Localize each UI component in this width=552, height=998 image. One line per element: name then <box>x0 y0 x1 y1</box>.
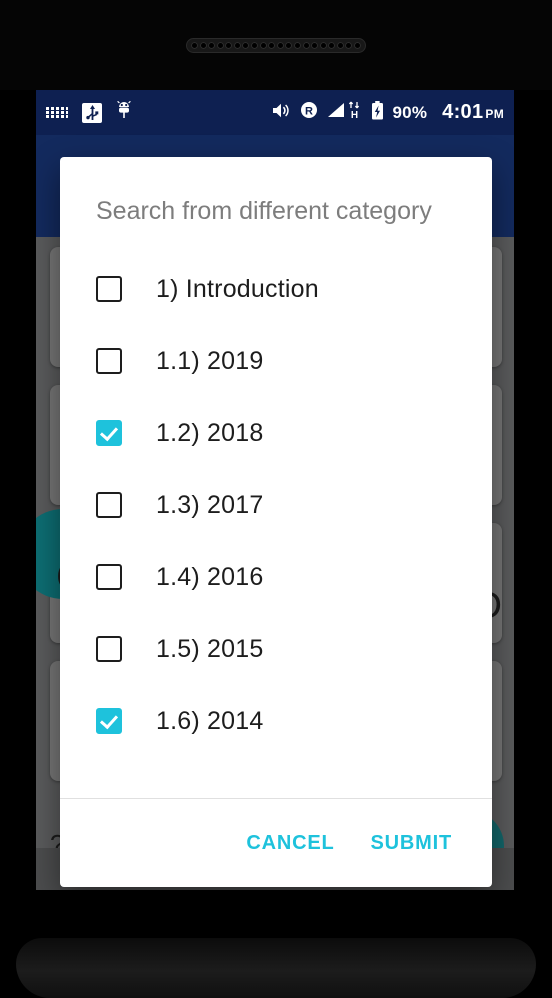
option-row[interactable]: 1.6) 2014 <box>60 685 492 757</box>
option-row[interactable]: 1.5) 2015 <box>60 613 492 685</box>
dialog-action-bar: CANCEL SUBMIT <box>60 799 492 887</box>
speaker-grille-icon <box>186 38 366 53</box>
checkbox-unchecked-icon[interactable] <box>96 492 122 518</box>
checkbox-checked-icon[interactable] <box>96 708 122 734</box>
option-label: 1.1) 2019 <box>156 346 264 375</box>
svg-text:R: R <box>305 105 313 117</box>
usb-icon <box>82 102 102 123</box>
dialog-title: Search from different category <box>96 197 432 225</box>
option-label: 1.6) 2014 <box>156 706 264 735</box>
checkbox-unchecked-icon[interactable] <box>96 636 122 662</box>
clock-meridiem: PM <box>485 107 504 121</box>
phone-device: R H 90% 4:01 PM ? Search from different … <box>0 0 552 998</box>
checkbox-checked-icon[interactable] <box>96 420 122 446</box>
option-row[interactable]: 1.1) 2019 <box>60 325 492 397</box>
battery-charging-icon <box>371 100 384 125</box>
submit-button[interactable]: SUBMIT <box>357 822 466 865</box>
option-label: 1) Introduction <box>156 274 319 303</box>
option-row[interactable]: 1.3) 2017 <box>60 469 492 541</box>
battery-percent-label: 90% <box>392 102 428 122</box>
status-bar-left-icons <box>46 100 132 124</box>
phone-screen: R H 90% 4:01 PM ? Search from different … <box>36 90 514 890</box>
status-bar: R H 90% 4:01 PM <box>36 90 514 135</box>
volume-icon <box>272 102 291 124</box>
status-bar-right-icons: R H 90% 4:01 PM <box>272 100 504 125</box>
clock-time: 4:01 <box>442 101 484 123</box>
phone-bottom-bezel <box>0 890 552 998</box>
signal-icon <box>327 102 345 123</box>
option-label: 1.5) 2015 <box>156 634 264 663</box>
option-row[interactable]: 1.4) 2016 <box>60 541 492 613</box>
option-row[interactable]: 1) Introduction <box>60 253 492 325</box>
option-label: 1.4) 2016 <box>156 562 264 591</box>
roaming-icon: R <box>300 101 318 124</box>
option-label: 1.3) 2017 <box>156 490 264 519</box>
svg-text:H: H <box>350 110 357 119</box>
checkbox-unchecked-icon[interactable] <box>96 348 122 374</box>
keyboard-icon <box>46 106 68 119</box>
checkbox-unchecked-icon[interactable] <box>96 564 122 590</box>
data-hspa-icon: H <box>348 101 362 124</box>
cancel-button[interactable]: CANCEL <box>232 822 348 865</box>
category-dialog: Search from different category 1) Introd… <box>60 157 492 887</box>
adb-bug-icon <box>116 100 132 124</box>
option-row[interactable]: 1.2) 2018 <box>60 397 492 469</box>
phone-top-bezel <box>0 0 552 90</box>
checkbox-unchecked-icon[interactable] <box>96 276 122 302</box>
option-label: 1.2) 2018 <box>156 418 264 447</box>
category-option-list: 1) Introduction 1.1) 2019 1.2) 2018 1.3)… <box>60 227 492 798</box>
